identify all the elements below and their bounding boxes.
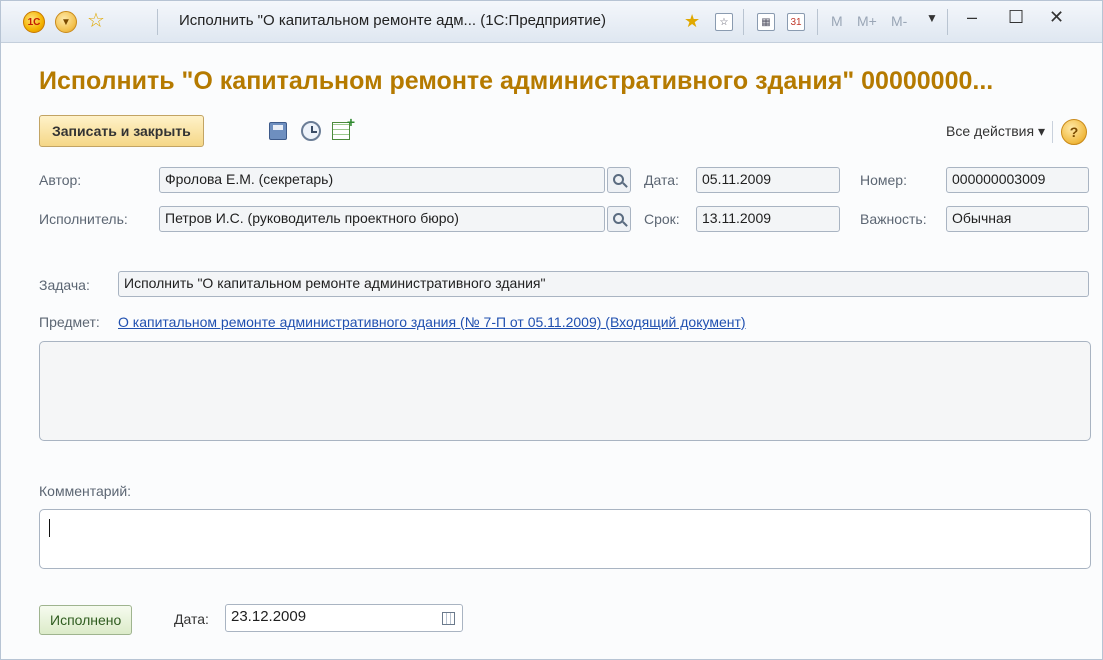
toolbar-separator: [1052, 121, 1053, 143]
chevron-down-icon[interactable]: ▼: [926, 11, 938, 25]
due-label: Срок:: [644, 211, 680, 227]
search-icon: [612, 212, 624, 224]
history-clock-icon[interactable]: [300, 120, 322, 142]
tool-separator-2: [817, 9, 818, 35]
completion-date-label: Дата:: [174, 611, 209, 627]
task-field[interactable]: Исполнить "О капитальном ремонте админис…: [118, 271, 1089, 297]
help-icon[interactable]: ?: [1061, 119, 1087, 145]
save-and-close-button[interactable]: Записать и закрыть: [39, 115, 204, 147]
due-date-field[interactable]: 13.11.2009: [696, 206, 840, 232]
task-label: Задача:: [39, 277, 90, 293]
save-icon[interactable]: [267, 120, 289, 142]
close-icon[interactable]: ✕: [1049, 7, 1064, 28]
title-separator: [157, 9, 158, 35]
calendar-icon: [441, 611, 455, 625]
date-label: Дата:: [644, 172, 679, 188]
search-icon: [612, 173, 624, 185]
executor-field[interactable]: Петров И.С. (руководитель проектного бюр…: [159, 206, 605, 232]
author-select-button[interactable]: [607, 167, 631, 193]
calendar-icon[interactable]: 31: [787, 13, 805, 31]
minimize-icon[interactable]: –: [967, 7, 977, 28]
title-bar: 1С ▼ ☆ Исполнить "О капитальном ремонте …: [1, 1, 1102, 43]
completion-date-field[interactable]: 23.12.2009: [225, 604, 463, 632]
subject-link[interactable]: О капитальном ремонте административного …: [118, 314, 746, 330]
all-actions-menu[interactable]: Все действия ▾: [946, 123, 1045, 140]
importance-field[interactable]: Обычная: [946, 206, 1089, 232]
form-toolbar: Записать и закрыть Все действия ▾ ?: [39, 114, 1089, 149]
calendar-picker-button[interactable]: [438, 607, 458, 629]
favorite-star-icon[interactable]: ☆: [87, 10, 105, 32]
importance-label: Важность:: [860, 211, 927, 227]
create-based-on-icon[interactable]: [330, 114, 355, 142]
tool-separator-3: [947, 9, 948, 35]
date-field[interactable]: 05.11.2009: [696, 167, 840, 193]
tool-separator: [743, 9, 744, 35]
description-area[interactable]: [39, 341, 1091, 441]
memory-plus-button[interactable]: M+: [857, 13, 877, 29]
app-logo[interactable]: 1С: [23, 11, 45, 33]
author-label: Автор:: [39, 172, 82, 188]
number-label: Номер:: [860, 172, 907, 188]
comment-input[interactable]: [39, 509, 1091, 569]
text-caret: [49, 519, 50, 537]
memory-m-button[interactable]: M: [831, 13, 843, 29]
executor-label: Исполнитель:: [39, 211, 128, 227]
executor-select-button[interactable]: [607, 206, 631, 232]
number-field[interactable]: 000000003009: [946, 167, 1089, 193]
window-title: Исполнить "О капитальном ремонте адм... …: [179, 12, 606, 29]
document-window: 1С ▼ ☆ Исполнить "О капитальном ремонте …: [0, 0, 1103, 660]
done-button[interactable]: Исполнено: [39, 605, 133, 635]
subject-label: Предмет:: [39, 314, 100, 330]
bookmark-icon[interactable]: ☆: [715, 13, 733, 31]
add-favorite-icon[interactable]: ★: [684, 10, 700, 32]
maximize-icon[interactable]: ☐: [1008, 7, 1024, 28]
page-title: Исполнить "О капитальном ремонте админис…: [39, 67, 994, 95]
author-field[interactable]: Фролова Е.М. (секретарь): [159, 167, 605, 193]
memory-minus-button[interactable]: M-: [891, 13, 907, 29]
comment-label: Комментарий:: [39, 483, 132, 499]
completion-date-value: 23.12.2009: [231, 608, 307, 625]
window-menu-button[interactable]: ▼: [55, 11, 77, 33]
calculator-icon[interactable]: ▦: [757, 13, 775, 31]
